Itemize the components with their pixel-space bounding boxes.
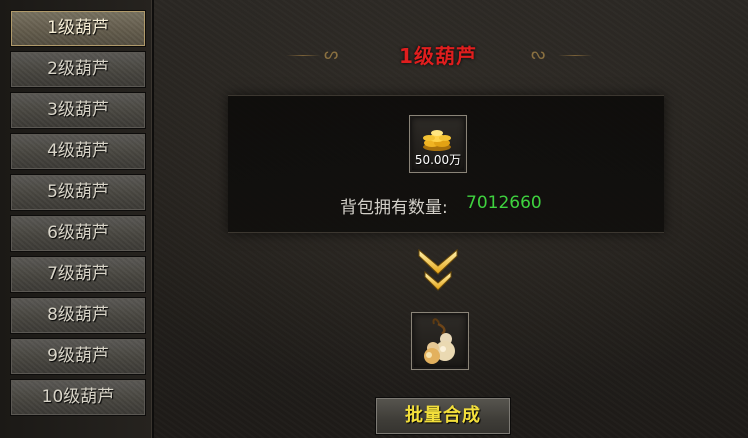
title-divider-left: [286, 55, 320, 56]
sidebar-item-label: 2级葫芦: [47, 59, 109, 79]
sidebar-item-level-8[interactable]: 8级葫芦: [10, 297, 146, 334]
cost-amount: 50.00万: [414, 153, 462, 167]
sidebar-item-label: 3级葫芦: [47, 100, 109, 120]
scroll-ornament-right-icon: ᔓ: [531, 44, 546, 63]
sidebar-item-level-9[interactable]: 9级葫芦: [10, 338, 146, 375]
synthesis-window: 1级葫芦 2级葫芦 3级葫芦 4级葫芦 5级葫芦 6级葫芦 7级葫芦 8级葫芦 …: [0, 0, 748, 438]
sidebar-item-level-6[interactable]: 6级葫芦: [10, 215, 146, 252]
cost-item-slot[interactable]: 50.00万: [409, 115, 467, 173]
sidebar-item-label: 4级葫芦: [47, 141, 109, 161]
sidebar-item-level-10[interactable]: 10级葫芦: [10, 379, 146, 416]
gourd-icon: [424, 318, 455, 364]
sidebar-item-level-5[interactable]: 5级葫芦: [10, 174, 146, 211]
scroll-ornament-left-icon: ᔕ: [324, 44, 339, 63]
double-chevron-down-icon: [418, 248, 458, 291]
sidebar-item-level-1[interactable]: 1级葫芦: [10, 10, 146, 47]
page-title: 1级葫芦: [399, 44, 477, 68]
inventory-count-label: 背包拥有数量:: [340, 198, 448, 218]
sidebar-item-label: 5级葫芦: [47, 182, 109, 202]
gold-coins-icon: [423, 130, 451, 151]
sidebar-item-label: 6级葫芦: [47, 223, 109, 243]
sidebar-item-level-4[interactable]: 4级葫芦: [10, 133, 146, 170]
batch-synthesize-button[interactable]: 批量合成: [375, 397, 511, 435]
sidebar-item-level-3[interactable]: 3级葫芦: [10, 92, 146, 129]
title-divider-right: [558, 55, 592, 56]
sidebar-item-level-2[interactable]: 2级葫芦: [10, 51, 146, 88]
result-item-slot[interactable]: [411, 312, 469, 370]
sidebar-item-label: 10级葫芦: [41, 387, 115, 407]
inventory-count-value: 7012660: [466, 193, 542, 213]
sidebar-item-label: 8级葫芦: [47, 305, 109, 325]
sidebar-item-label: 9级葫芦: [47, 346, 109, 366]
gourd-level-sidebar: 1级葫芦 2级葫芦 3级葫芦 4级葫芦 5级葫芦 6级葫芦 7级葫芦 8级葫芦 …: [0, 0, 154, 438]
sidebar-item-level-7[interactable]: 7级葫芦: [10, 256, 146, 293]
sidebar-item-label: 1级葫芦: [47, 18, 109, 38]
sidebar-item-label: 7级葫芦: [47, 264, 109, 284]
